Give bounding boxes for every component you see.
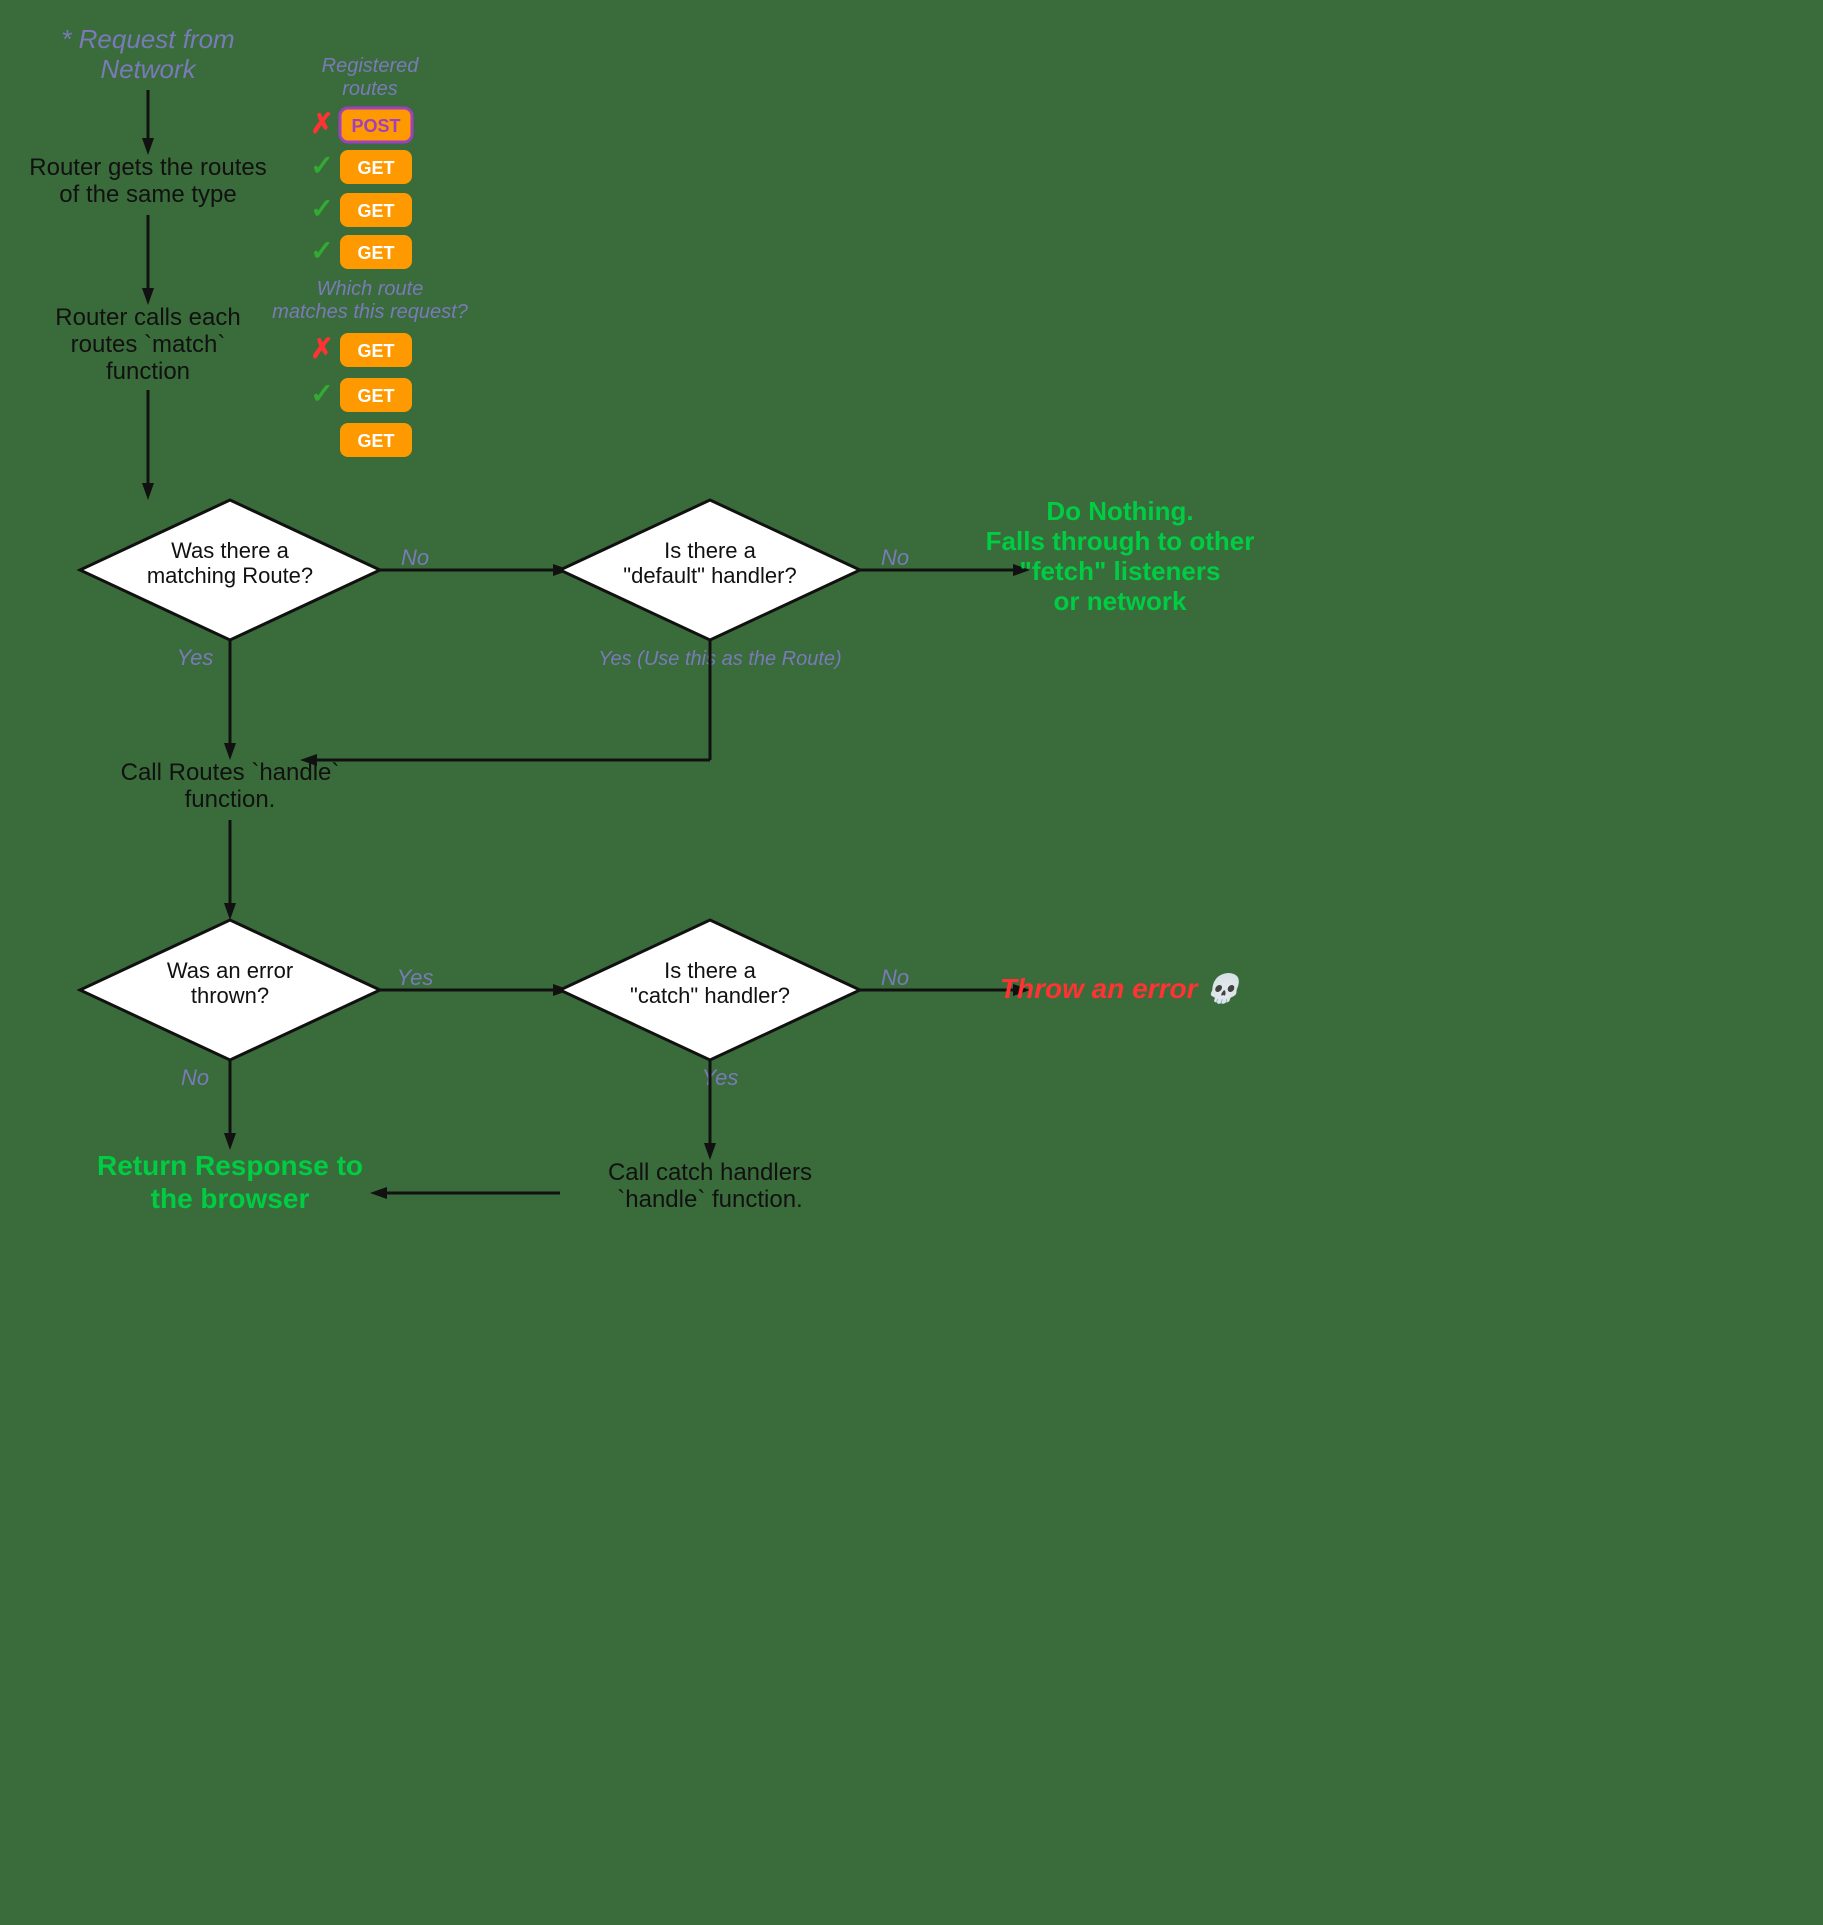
svg-text:or network: or network [1054, 586, 1187, 616]
svg-text:matches this request?: matches this request? [272, 301, 469, 323]
svg-text:Do Nothing.: Do Nothing. [1046, 496, 1193, 526]
svg-text:No: No [401, 545, 429, 570]
svg-text:of the same type: of the same type [59, 181, 236, 208]
request-label: * Request from [61, 24, 234, 54]
svg-text:No: No [181, 1065, 209, 1090]
svg-text:Call Routes `handle`: Call Routes `handle` [121, 759, 340, 786]
diagram-container: * Request from Network Router gets the r… [0, 0, 1823, 1925]
svg-text:✓: ✓ [310, 193, 333, 224]
svg-text:`handle` function.: `handle` function. [617, 1186, 802, 1213]
svg-text:"catch" handler?: "catch" handler? [630, 983, 790, 1008]
svg-text:function.: function. [185, 786, 276, 813]
svg-text:Is there a: Is there a [664, 538, 756, 563]
svg-text:✓: ✓ [310, 150, 333, 181]
svg-text:✗: ✗ [310, 333, 333, 364]
svg-text:GET: GET [357, 158, 394, 178]
svg-text:"fetch" listeners: "fetch" listeners [1020, 556, 1221, 586]
svg-text:✓: ✓ [310, 378, 333, 409]
svg-text:Router gets the routes: Router gets the routes [29, 154, 266, 181]
svg-text:Yes: Yes [177, 645, 214, 670]
svg-text:Yes: Yes [702, 1065, 739, 1090]
svg-text:✓: ✓ [310, 235, 333, 266]
svg-text:POST: POST [351, 116, 400, 136]
svg-text:Network: Network [100, 54, 197, 84]
svg-text:Yes (Use this as the Route): Yes (Use this as the Route) [598, 648, 841, 670]
svg-text:GET: GET [357, 201, 394, 221]
svg-text:Is there a: Is there a [664, 958, 756, 983]
svg-text:GET: GET [357, 431, 394, 451]
svg-text:Throw an error 💀: Throw an error 💀 [1000, 972, 1242, 1005]
svg-text:GET: GET [357, 243, 394, 263]
svg-text:Which route: Which route [317, 278, 424, 300]
svg-text:thrown?: thrown? [191, 983, 269, 1008]
svg-text:Call catch handlers: Call catch handlers [608, 1159, 812, 1186]
svg-text:routes: routes [342, 78, 398, 100]
svg-text:GET: GET [357, 386, 394, 406]
svg-text:Registered: Registered [322, 55, 420, 77]
svg-text:routes `match`: routes `match` [71, 331, 226, 358]
svg-text:Router calls each: Router calls each [55, 304, 240, 331]
svg-text:matching Route?: matching Route? [147, 563, 313, 588]
svg-text:"default" handler?: "default" handler? [623, 563, 796, 588]
svg-text:Yes: Yes [397, 965, 434, 990]
svg-text:No: No [881, 545, 909, 570]
svg-text:the browser: the browser [151, 1183, 310, 1214]
svg-text:Was an error: Was an error [167, 958, 293, 983]
svg-text:No: No [881, 965, 909, 990]
svg-text:function: function [106, 358, 190, 385]
svg-text:Return Response to: Return Response to [97, 1150, 363, 1181]
svg-text:Was there a: Was there a [171, 538, 290, 563]
svg-text:GET: GET [357, 341, 394, 361]
svg-text:✗: ✗ [310, 108, 333, 139]
svg-text:Falls through to other: Falls through to other [986, 526, 1255, 556]
